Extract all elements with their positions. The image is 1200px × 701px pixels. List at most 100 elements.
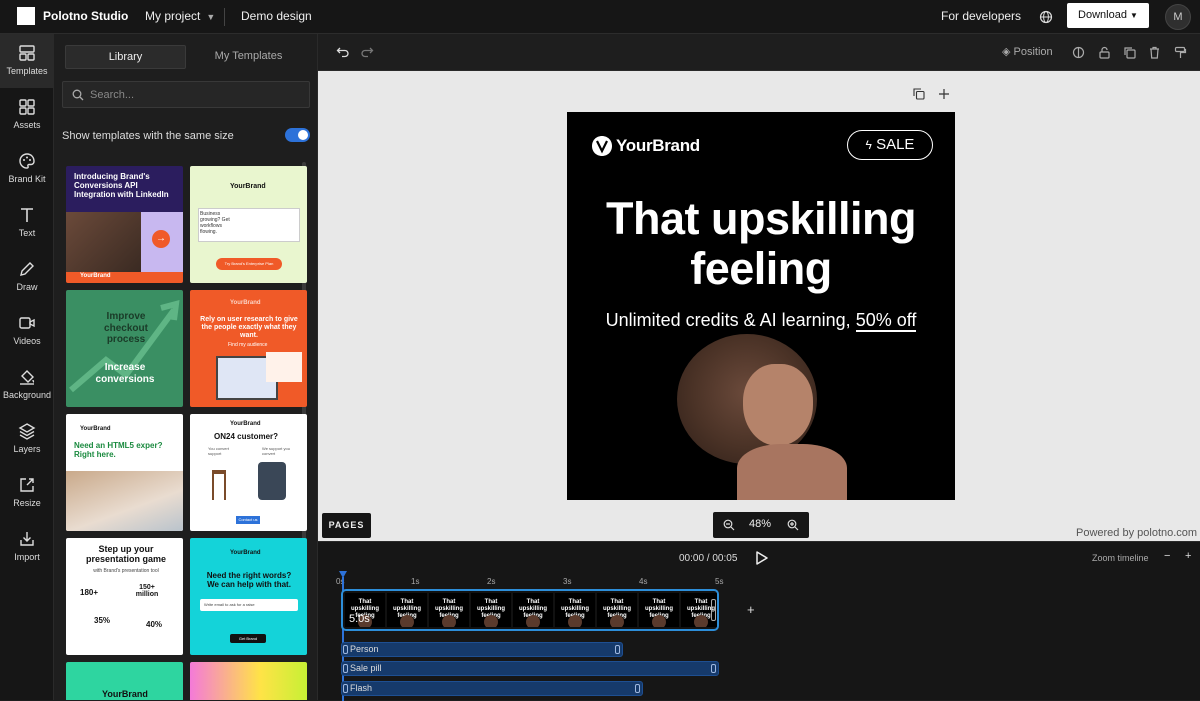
search-input[interactable] bbox=[90, 86, 300, 104]
track-handle-left[interactable] bbox=[343, 684, 348, 693]
paint-roller-icon[interactable] bbox=[1174, 46, 1187, 59]
clip-thumbnail: That upskilling feeling bbox=[387, 593, 427, 627]
layers-icon bbox=[18, 423, 36, 440]
zoom-in-timeline-button[interactable]: + bbox=[1185, 550, 1191, 562]
templates-icon bbox=[19, 45, 35, 61]
tick-label: 4s bbox=[639, 577, 648, 586]
lock-icon[interactable] bbox=[1098, 46, 1111, 59]
import-icon bbox=[20, 532, 34, 546]
tick-label: 5s bbox=[715, 577, 724, 586]
rail-item-layers[interactable]: Layers bbox=[0, 412, 54, 466]
shoulder-shape bbox=[737, 444, 847, 500]
clip-thumbnail: That upskilling feeling bbox=[429, 593, 469, 627]
add-clip-button[interactable]: + bbox=[747, 602, 755, 617]
avatar[interactable]: M bbox=[1165, 4, 1191, 30]
same-size-toggle[interactable] bbox=[285, 128, 310, 142]
globe-icon[interactable] bbox=[1039, 10, 1053, 24]
for-developers-link[interactable]: For developers bbox=[941, 9, 1021, 23]
stat: 180+ bbox=[80, 588, 99, 597]
sale-pill[interactable]: ϟ SALE bbox=[847, 130, 933, 160]
rail-item-text[interactable]: Text bbox=[0, 196, 54, 250]
pencil-icon bbox=[20, 262, 34, 276]
face-shape bbox=[743, 364, 813, 446]
template-card[interactable]: Step up your presentation game with Bran… bbox=[66, 538, 183, 655]
add-page-icon[interactable] bbox=[938, 88, 950, 100]
offer-text: 50% off bbox=[855, 310, 917, 332]
template-card[interactable] bbox=[190, 662, 307, 700]
clip-thumbnail-person bbox=[652, 615, 666, 627]
project-menu[interactable]: My project ▼ bbox=[145, 9, 215, 23]
rail-label: Templates bbox=[6, 66, 48, 76]
rail-item-import[interactable]: Import bbox=[0, 520, 54, 574]
template-card[interactable]: YourBrand ON24 customer? You convert sup… bbox=[190, 414, 307, 531]
template-card[interactable]: YourBrand Business growing? Get workflow… bbox=[190, 166, 307, 283]
transparency-icon[interactable] bbox=[1072, 46, 1085, 59]
template-card[interactable]: YourBrand bbox=[66, 662, 183, 700]
brand-name[interactable]: YourBrand bbox=[616, 136, 700, 156]
clip-trim-handle[interactable] bbox=[711, 599, 716, 621]
person-image[interactable] bbox=[677, 334, 847, 500]
zoom-out-timeline-button[interactable]: − bbox=[1164, 550, 1170, 562]
zoom-control: 48% bbox=[713, 512, 809, 538]
track-handle-right[interactable] bbox=[615, 645, 620, 654]
pages-button[interactable]: PAGES bbox=[322, 513, 371, 538]
template-card[interactable]: Introducing Brand's Conversions API Inte… bbox=[66, 166, 183, 283]
play-icon[interactable] bbox=[753, 550, 769, 566]
template-image bbox=[266, 352, 302, 382]
clip-thumbnail: That upskilling feeling bbox=[555, 593, 595, 627]
template-title: Need the right words? We can help with t… bbox=[206, 571, 292, 590]
rail-item-brand-kit[interactable]: Brand Kit bbox=[0, 142, 54, 196]
design-name[interactable]: Demo design bbox=[241, 9, 312, 23]
clip-thumbnail-person bbox=[568, 615, 582, 627]
rail-item-background[interactable]: Background bbox=[0, 358, 54, 412]
trash-icon[interactable] bbox=[1148, 46, 1161, 59]
rail-item-templates[interactable]: Templates bbox=[0, 34, 54, 88]
page-clip[interactable]: That upskilling feelingThat upskilling f… bbox=[341, 589, 719, 631]
zoom-timeline-label: Zoom timeline bbox=[1092, 553, 1149, 563]
headline[interactable]: That upskilling feeling bbox=[581, 194, 941, 294]
subline[interactable]: Unlimited credits & AI learning, 50% off bbox=[567, 310, 955, 332]
track-label: Person bbox=[350, 644, 379, 654]
track-handle-left[interactable] bbox=[343, 645, 348, 654]
project-name: My project bbox=[145, 9, 201, 23]
redo-icon[interactable] bbox=[360, 45, 374, 59]
top-bar: Polotno Studio My project ▼ Demo design F… bbox=[0, 0, 1200, 34]
template-brand: YourBrand bbox=[230, 550, 261, 556]
design-canvas[interactable]: YourBrand ϟ SALE That upskilling feeling… bbox=[567, 112, 955, 500]
track-sale-pill[interactable]: Sale pill bbox=[341, 661, 719, 676]
rail-item-assets[interactable]: Assets bbox=[0, 88, 54, 142]
track-flash[interactable]: Flash bbox=[341, 681, 643, 696]
rail-item-draw[interactable]: Draw bbox=[0, 250, 54, 304]
rail-label: Videos bbox=[13, 336, 41, 346]
tab-my-templates[interactable]: My Templates bbox=[188, 45, 309, 69]
template-card[interactable]: Improve checkout process Increase conver… bbox=[66, 290, 183, 407]
rail-item-resize[interactable]: Resize bbox=[0, 466, 54, 520]
powered-by-link[interactable]: Powered by polotno.com bbox=[1076, 527, 1197, 539]
track-handle-left[interactable] bbox=[343, 664, 348, 673]
template-card[interactable]: YourBrand Need the right words? We can h… bbox=[190, 538, 307, 655]
toggle-knob bbox=[298, 130, 308, 140]
template-brand: YourBrand bbox=[230, 300, 261, 306]
duplicate-page-icon[interactable] bbox=[913, 88, 925, 100]
clip-thumbnail-person bbox=[484, 615, 498, 627]
track-label: Sale pill bbox=[350, 663, 382, 673]
duplicate-icon[interactable] bbox=[1123, 46, 1136, 59]
position-button[interactable]: ◈ Position bbox=[1002, 45, 1053, 58]
track-handle-right[interactable] bbox=[635, 684, 640, 693]
chair-image bbox=[258, 462, 286, 500]
track-person[interactable]: Person bbox=[341, 642, 623, 657]
template-card[interactable]: YourBrand Need an HTML5 exper? Right her… bbox=[66, 414, 183, 531]
undo-icon[interactable] bbox=[336, 45, 350, 59]
search-icon bbox=[72, 89, 84, 101]
rail-item-videos[interactable]: Videos bbox=[0, 304, 54, 358]
template-subtitle: Increase conversions bbox=[95, 362, 155, 385]
track-handle-right[interactable] bbox=[711, 664, 716, 673]
template-card[interactable]: YourBrand Rely on user research to give … bbox=[190, 290, 307, 407]
position-label: Position bbox=[1013, 46, 1053, 58]
tab-library[interactable]: Library bbox=[65, 45, 186, 69]
rail-label: Assets bbox=[13, 120, 41, 130]
search-box[interactable] bbox=[62, 81, 310, 108]
zoom-out-icon[interactable] bbox=[723, 519, 735, 531]
zoom-in-icon[interactable] bbox=[787, 519, 799, 531]
download-button[interactable]: Download ▼ bbox=[1067, 3, 1149, 28]
